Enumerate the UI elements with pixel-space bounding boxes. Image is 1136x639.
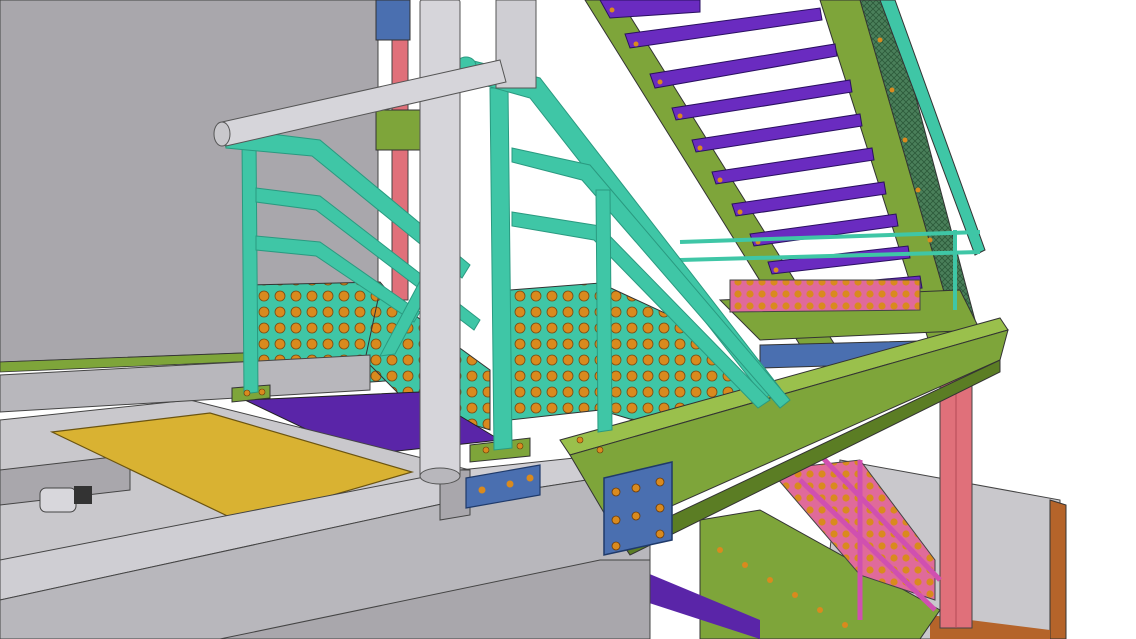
ground-edge: [1049, 499, 1067, 639]
green-bracket-top: [375, 109, 421, 151]
floor-knob-cap: [74, 486, 92, 504]
blue-bracket-top: [375, 0, 411, 41]
mid-platform-panel: [729, 279, 921, 313]
steel-stair-scene: [0, 0, 1136, 639]
landing-perforated-panel-center: [509, 282, 601, 421]
floor-knob: [39, 487, 77, 513]
